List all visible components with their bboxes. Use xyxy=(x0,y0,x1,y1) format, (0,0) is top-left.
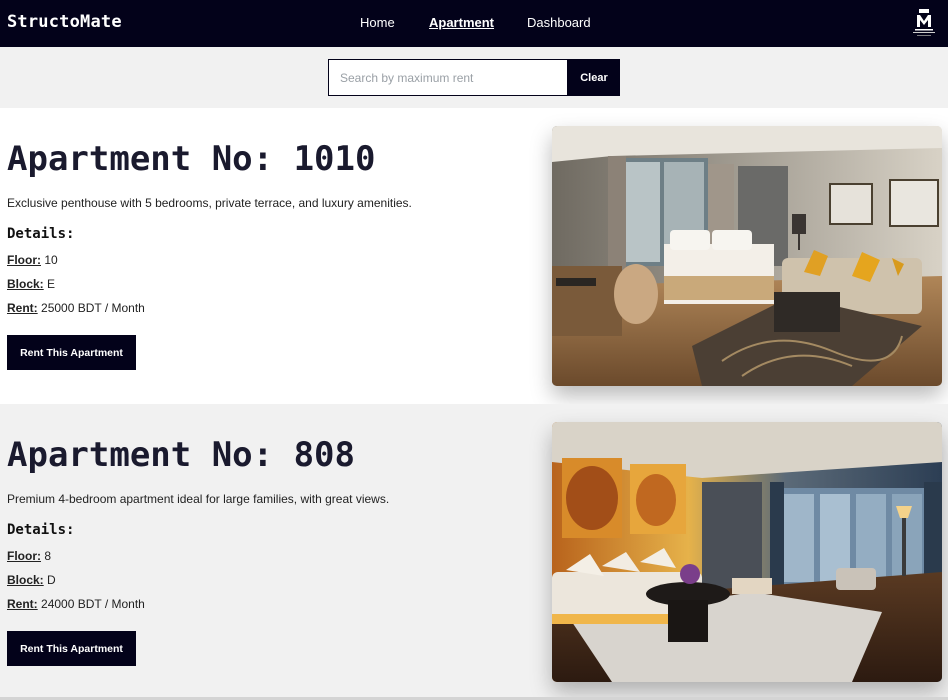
apartment-card: Apartment No: 808 Premium 4-bedroom apar… xyxy=(0,404,948,700)
floor-value: 8 xyxy=(44,549,52,563)
search-bar: Clear xyxy=(328,59,620,96)
rent-apartment-button[interactable]: Rent This Apartment xyxy=(7,631,136,666)
floor-row: Floor: 8 xyxy=(7,549,51,563)
details-heading: Details: xyxy=(7,522,75,538)
nav-link-home[interactable]: Home xyxy=(360,15,395,30)
apartment-title: Apartment No: 808 xyxy=(7,435,355,475)
rent-value: 24000 BDT / Month xyxy=(41,597,145,611)
block-label: Block: xyxy=(7,573,44,587)
floor-row: Floor: 10 xyxy=(7,253,58,267)
details-heading: Details: xyxy=(7,226,75,242)
apartment-title: Apartment No: 1010 xyxy=(7,139,376,179)
rent-row: Rent: 24000 BDT / Month xyxy=(7,597,145,611)
block-row: Block: D xyxy=(7,573,56,587)
clear-button[interactable]: Clear xyxy=(568,59,620,96)
rent-label: Rent: xyxy=(7,301,38,315)
block-value: D xyxy=(47,573,56,587)
apartment-photo xyxy=(552,126,942,386)
floor-label: Floor: xyxy=(7,253,41,267)
nav-link-dashboard[interactable]: Dashboard xyxy=(527,15,591,30)
structomate-logo-icon[interactable] xyxy=(910,7,938,39)
block-value: E xyxy=(47,277,56,291)
block-row: Block: E xyxy=(7,277,55,291)
brand-logo-text[interactable]: StructoMate xyxy=(7,12,122,32)
nav-link-apartment[interactable]: Apartment xyxy=(429,15,494,30)
apartment-photo xyxy=(552,422,942,682)
floor-value: 10 xyxy=(44,253,58,267)
search-input[interactable] xyxy=(328,59,568,96)
apartment-description: Premium 4-bedroom apartment ideal for la… xyxy=(7,492,390,506)
floor-label: Floor: xyxy=(7,549,41,563)
rent-apartment-button[interactable]: Rent This Apartment xyxy=(7,335,136,370)
apartment-card: Apartment No: 1010 Exclusive penthouse w… xyxy=(0,108,948,404)
apartment-description: Exclusive penthouse with 5 bedrooms, pri… xyxy=(7,196,412,210)
navbar: StructoMate Home Apartment Dashboard xyxy=(0,0,948,47)
rent-row: Rent: 25000 BDT / Month xyxy=(7,301,145,315)
rent-label: Rent: xyxy=(7,597,38,611)
rent-value: 25000 BDT / Month xyxy=(41,301,145,315)
block-label: Block: xyxy=(7,277,44,291)
